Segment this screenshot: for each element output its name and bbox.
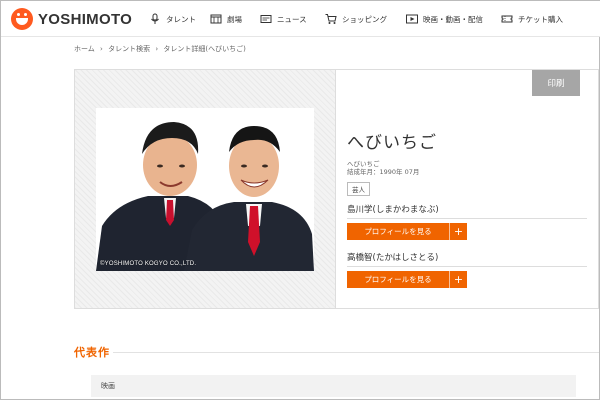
member-block: 島川学(しまかわまなぶ) プロフィールを見る + xyxy=(347,203,587,240)
breadcrumb-home[interactable]: ホーム xyxy=(74,45,95,53)
nav-item-theater[interactable]: 劇場 xyxy=(210,12,242,26)
talent-reading: へびいちご xyxy=(347,160,380,168)
view-profile-label: プロフィールを見る xyxy=(364,275,432,284)
nav-item-shopping[interactable]: ショッピング xyxy=(325,12,387,26)
talent-detail-card: ©YOSHIMOTO KOGYO CO.,LTD. 印刷 へびいちご へびいちご… xyxy=(74,69,599,309)
yoshimoto-logo[interactable]: YOSHIMOTO xyxy=(11,8,132,30)
nav-label: 劇場 xyxy=(227,14,242,24)
talent-name: へびいちご xyxy=(347,133,437,153)
cart-icon xyxy=(325,14,337,24)
news-icon xyxy=(260,15,272,23)
breadcrumb-separator: › xyxy=(100,45,103,53)
smile-logo-icon xyxy=(11,8,33,30)
theater-icon xyxy=(210,14,222,24)
nav-label: チケット購入 xyxy=(518,14,563,24)
section-divider xyxy=(113,352,599,353)
site-header: YOSHIMOTO タレント 劇場 ニュース ショッピング 映画・動画・配信 チ… xyxy=(1,1,600,37)
breadcrumb-separator: › xyxy=(155,45,159,53)
page-frame: YOSHIMOTO タレント 劇場 ニュース ショッピング 映画・動画・配信 チ… xyxy=(0,0,600,400)
photo-panel: ©YOSHIMOTO KOGYO CO.,LTD. xyxy=(75,70,336,308)
nav-label: ニュース xyxy=(277,14,307,24)
member-block: 高橋智(たかはしさとる) プロフィールを見る + xyxy=(347,251,587,288)
nav-item-video[interactable]: 映画・動画・配信 xyxy=(406,12,483,26)
view-profile-label: プロフィールを見る xyxy=(364,227,432,236)
nav-label: ショッピング xyxy=(342,14,387,24)
nav-label: 映画・動画・配信 xyxy=(423,14,483,24)
works-section-title: 代表作 xyxy=(74,346,110,359)
view-profile-button[interactable]: プロフィールを見る + xyxy=(347,271,467,288)
nav-item-news[interactable]: ニュース xyxy=(260,12,307,26)
photo-copyright: ©YOSHIMOTO KOGYO CO.,LTD. xyxy=(100,261,197,267)
view-profile-button[interactable]: プロフィールを見る + xyxy=(347,223,467,240)
talent-photo: ©YOSHIMOTO KOGYO CO.,LTD. xyxy=(96,108,314,271)
talent-photo-image xyxy=(96,108,314,271)
nav-item-talent[interactable]: タレント xyxy=(149,12,196,26)
print-button[interactable]: 印刷 xyxy=(532,70,580,96)
plus-icon: + xyxy=(449,223,467,240)
plus-icon: + xyxy=(449,271,467,288)
member-name: 高橋智(たかはしさとる) xyxy=(347,251,587,267)
breadcrumb-talent-search[interactable]: タレント検索 xyxy=(108,45,150,53)
member-name: 島川学(しまかわまなぶ) xyxy=(347,203,587,219)
works-row-movie[interactable]: 映画 xyxy=(91,375,576,397)
formed-date: 結成年月：1990年 07月 xyxy=(347,168,420,176)
breadcrumb: ホーム › タレント検索 › タレント詳細(へびいちご) xyxy=(74,44,249,54)
ticket-icon xyxy=(501,15,513,23)
talent-info: へびいちご 結成年月：1990年 07月 xyxy=(347,160,419,176)
breadcrumb-current: タレント詳細(へびいちご) xyxy=(163,45,246,53)
category-tag[interactable]: 芸人 xyxy=(347,182,370,196)
logo-text: YOSHIMOTO xyxy=(38,10,133,28)
microphone-icon xyxy=(151,13,159,24)
nav-label: タレント xyxy=(166,14,196,24)
video-icon xyxy=(406,14,418,24)
nav-item-ticket[interactable]: チケット購入 xyxy=(501,12,563,26)
